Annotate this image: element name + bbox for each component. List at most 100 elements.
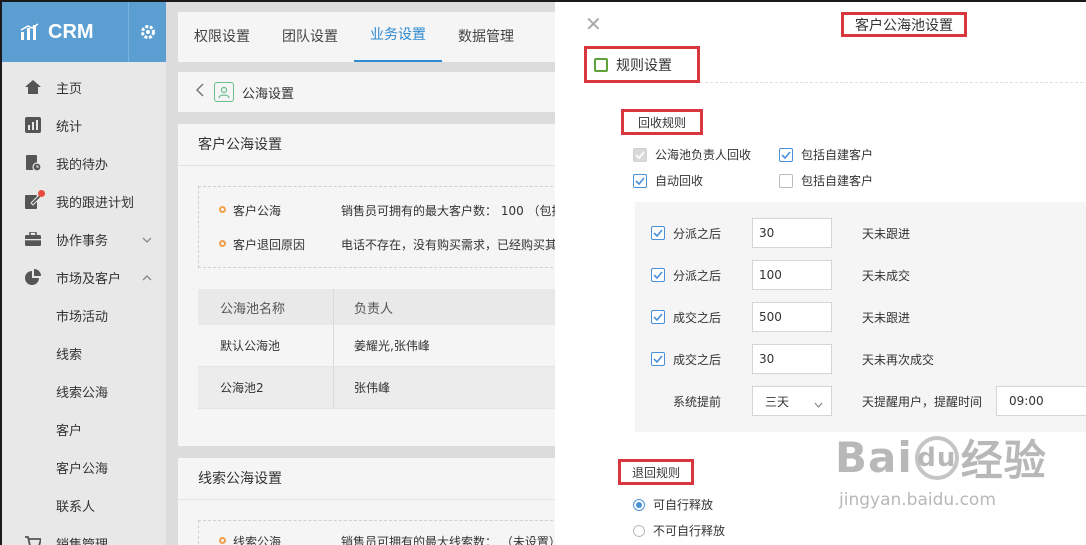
checkbox-icon[interactable]: [651, 268, 665, 282]
chevron-down-icon: [142, 232, 152, 247]
settings-button[interactable]: [128, 2, 166, 62]
checkbox-icon[interactable]: [651, 352, 665, 366]
sidebar-subitem-customer-pool[interactable]: 客户公海: [2, 448, 166, 486]
pool-info-box: 线索公海 销售员可拥有的最大线索数： （未设置）: [198, 520, 578, 545]
top-tabs: 权限设置 团队设置 业务设置 数据管理: [178, 12, 578, 62]
pool-info-box: 客户公海 销售员可拥有的最大客户数： 100 （包括 客户退回原因 电话不存在，…: [198, 186, 578, 268]
rule-row: 分派之后 30 天未跟进: [651, 218, 910, 248]
sidebar-item-stats[interactable]: 统计: [2, 106, 166, 144]
sidebar-item-label: 市场及客户: [56, 271, 122, 287]
chart-logo-icon: [20, 23, 39, 40]
reminder-time-select[interactable]: 09:00: [996, 386, 1086, 416]
home-icon: [24, 78, 42, 96]
close-icon[interactable]: ✕: [585, 12, 602, 36]
sidebar-item-market-customers[interactable]: 市场及客户: [2, 258, 166, 296]
main-content: 权限设置 团队设置 业务设置 数据管理 公海设置 客户公海设置 客户公海 销售员…: [166, 2, 578, 545]
days-input[interactable]: 30: [752, 344, 832, 374]
include-self-created-checkbox-2[interactable]: 包括自建客户: [779, 172, 873, 189]
checkbox-icon: [779, 173, 793, 188]
recycle-rules-title: 回收规则: [637, 115, 686, 130]
sidebar-item-collaboration[interactable]: 协作事务: [2, 220, 166, 258]
bullet-icon: [219, 240, 226, 247]
auto-recycle-checkbox[interactable]: 自动回收: [633, 172, 703, 189]
briefcase-icon: [24, 230, 42, 248]
tab-data-management[interactable]: 数据管理: [442, 12, 530, 62]
clipboard-clock-icon: [24, 154, 42, 172]
checkbox-icon: [633, 173, 647, 188]
drawer-title: 客户公海池设置: [855, 17, 953, 34]
releasable-radio[interactable]: 可自行释放: [633, 496, 713, 513]
brand-name: CRM: [48, 20, 94, 43]
checkbox-icon: [633, 147, 647, 162]
breadcrumb-label: 公海设置: [242, 86, 295, 102]
customer-pool-panel: 客户公海设置 客户公海 销售员可拥有的最大客户数： 100 （包括 客户退回原因…: [178, 124, 578, 446]
checkbox-icon: [779, 147, 793, 162]
paw-icon: du: [914, 435, 959, 480]
rule-row: 分派之后 100 天未成交: [651, 260, 910, 290]
tab-team[interactable]: 团队设置: [266, 12, 354, 62]
rule-row: 成交之后 30 天未再次成交: [651, 344, 934, 374]
user-icon: [214, 82, 234, 102]
watermark-logo: Bai du 经验: [835, 433, 1047, 485]
watermark-url: jingyan.baidu.com: [839, 490, 996, 510]
pie-chart-icon: [24, 268, 42, 286]
tab-permissions[interactable]: 权限设置: [178, 12, 266, 62]
return-rules-title: 退回规则: [631, 465, 680, 480]
pool-table: 公海池名称 负责人 默认公海池 姜耀光,张伟峰 公海池2 张伟峰: [198, 289, 578, 409]
sidebar-subitem-market-activity[interactable]: 市场活动: [2, 296, 166, 334]
table-header: 公海池名称 负责人: [198, 289, 578, 325]
sidebar-item-label: 协作事务: [56, 233, 109, 249]
chevron-up-icon: [142, 270, 152, 285]
radio-icon: [633, 524, 645, 537]
include-self-created-checkbox[interactable]: 包括自建客户: [779, 146, 873, 163]
days-input[interactable]: 500: [752, 302, 832, 332]
days-input[interactable]: 100: [752, 260, 832, 290]
rule-settings-header: 规则设置: [584, 46, 700, 83]
bullet-icon: [219, 206, 226, 213]
checkbox-icon[interactable]: [651, 310, 665, 324]
days-input[interactable]: 30: [752, 218, 832, 248]
sidebar-subitem-contacts[interactable]: 联系人: [2, 486, 166, 524]
back-chevron-icon[interactable]: [195, 83, 204, 101]
sidebar-item-followup-plan[interactable]: 我的跟进计划: [2, 182, 166, 220]
calendar-icon: [594, 57, 608, 72]
baidu-jingyan-watermark: Bai du 经验 jingyan.baidu.com: [835, 427, 1047, 510]
bullet-icon: [219, 537, 226, 544]
sidebar-item-label: 我的跟进计划: [56, 195, 135, 211]
reminder-days-select[interactable]: 三天: [752, 386, 832, 416]
sidebar-item-label: 销售管理: [56, 537, 109, 545]
rule-row: 成交之后 500 天未跟进: [651, 302, 910, 332]
breadcrumb: 公海设置: [178, 72, 578, 112]
notification-dot: [38, 190, 45, 197]
sidebar-subitem-customers[interactable]: 客户: [2, 410, 166, 448]
panel-title: 线索公海设置: [178, 458, 578, 500]
lead-pool-panel: 线索公海设置 线索公海 销售员可拥有的最大线索数： （未设置）: [178, 458, 578, 545]
info-row: 客户退回原因 电话不存在，没有购买需求，已经购买其: [219, 236, 557, 253]
sidebar-subitem-lead-pool[interactable]: 线索公海: [2, 372, 166, 410]
divider: [700, 82, 1086, 83]
sidebar-item-label: 主页: [56, 81, 83, 97]
sidebar-item-label: 我的待办: [56, 157, 109, 173]
brand-bar: CRM: [2, 2, 166, 62]
owner-recycle-checkbox[interactable]: 公海池负责人回收: [633, 146, 751, 163]
sidebar-subitem-leads[interactable]: 线索: [2, 334, 166, 372]
pool-settings-drawer: ✕ 客户公海池设置 规则设置 回收规则 公海池负责人回收 包括自建客户 自动回收…: [555, 2, 1086, 545]
brand-logo[interactable]: CRM: [2, 2, 128, 62]
not-releasable-radio[interactable]: 不可自行释放: [633, 522, 725, 539]
table-row[interactable]: 默认公海池 姜耀光,张伟峰: [198, 325, 578, 367]
sidebar-item-label: 统计: [56, 119, 83, 135]
checkbox-icon[interactable]: [651, 226, 665, 240]
sidebar-item-home[interactable]: 主页: [2, 68, 166, 106]
radio-icon: [633, 498, 645, 511]
bar-chart-icon: [24, 116, 42, 134]
cart-icon: [24, 534, 42, 545]
info-row: 线索公海 销售员可拥有的最大线索数： （未设置）: [219, 533, 561, 545]
sidebar-item-sales[interactable]: 销售管理: [2, 524, 166, 545]
sidebar: CRM 主页 统计 我的待办 我的跟进计划 协作事务 市场及客户 市场活动 线索…: [2, 2, 166, 545]
gear-icon: [140, 25, 155, 39]
table-row[interactable]: 公海池2 张伟峰: [198, 367, 578, 409]
reminder-row: 系统提前 三天 天提醒用户，提醒时间 09:00: [673, 386, 1086, 416]
sidebar-item-todo[interactable]: 我的待办: [2, 144, 166, 182]
edit-note-icon: [24, 190, 45, 210]
tab-business[interactable]: 业务设置: [354, 12, 442, 62]
